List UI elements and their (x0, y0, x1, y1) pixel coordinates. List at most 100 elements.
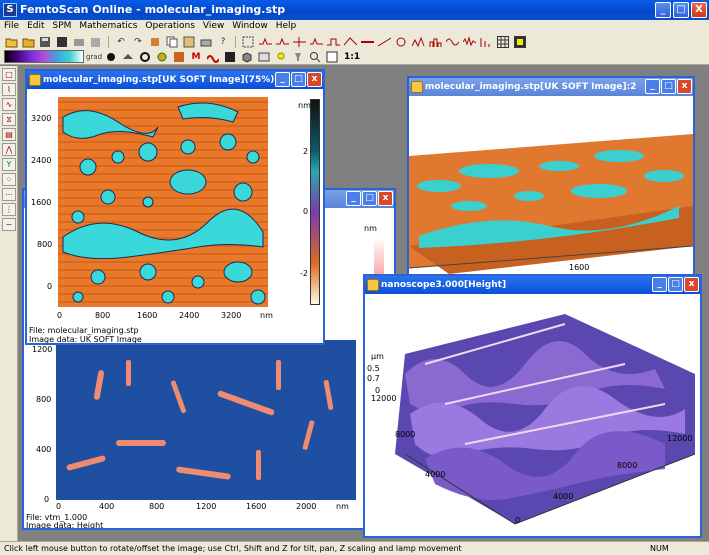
peak-tool-icon[interactable] (343, 35, 357, 48)
zoom-grid-icon[interactable] (325, 50, 339, 63)
marker-tool-icon[interactable]: ⋯ (2, 188, 16, 201)
close-button[interactable]: x (684, 277, 699, 292)
color-palette-swatch[interactable] (4, 50, 84, 63)
paste-icon[interactable] (182, 35, 196, 48)
redo-icon[interactable]: ↷ (131, 35, 145, 48)
level-tool-icon[interactable] (360, 35, 374, 48)
close-button[interactable]: x (307, 72, 322, 87)
minimize-button[interactable]: _ (645, 79, 660, 94)
help-icon[interactable]: ? (216, 35, 230, 48)
minimize-button[interactable]: _ (275, 72, 290, 87)
menu-help[interactable]: Help (272, 20, 301, 33)
menu-view[interactable]: View (199, 20, 228, 33)
menu-operations[interactable]: Operations (141, 20, 198, 33)
mdi-window-nanoscope[interactable]: nanoscope3.000[Height] _ □ x µm 0.5 0.7 0 … (363, 274, 702, 538)
photo-icon[interactable] (257, 50, 271, 63)
graph-tool-icon[interactable]: ⌇ (2, 83, 16, 96)
fft-tool-icon[interactable] (479, 35, 493, 48)
map-icon[interactable] (513, 35, 527, 48)
window-titlebar[interactable]: molecular_imaging.stp[UK SOFT Image]:2 _… (409, 78, 693, 96)
ring-icon[interactable] (138, 50, 152, 63)
filter-tool-icon[interactable] (309, 35, 323, 48)
scale-tool-icon[interactable]: ⧖ (2, 113, 16, 126)
stats-tool-icon[interactable]: ▤ (2, 128, 16, 141)
open-folder-icon[interactable] (21, 35, 35, 48)
vtm-image[interactable] (56, 340, 356, 500)
undo-icon[interactable]: ↶ (114, 35, 128, 48)
minimize-button[interactable]: _ (652, 277, 667, 292)
y-tick: 8000 (395, 430, 416, 439)
fit-tool-icon[interactable]: ⋀ (2, 143, 16, 156)
dots-tool-icon[interactable]: ⁘ (2, 173, 16, 186)
left-toolbar: □ ⌇ ∿ ⧖ ▤ ⋀ Y ⁘ ⋯ ⋮ ∽ (0, 66, 18, 541)
grain-tool-icon[interactable] (394, 35, 408, 48)
copy-icon[interactable] (165, 35, 179, 48)
save-all-icon[interactable] (55, 35, 69, 48)
print-setup-icon[interactable] (72, 35, 86, 48)
zoom-in-icon[interactable] (308, 50, 322, 63)
profile-tool-icon[interactable] (258, 35, 272, 48)
pattern-icon[interactable] (172, 50, 186, 63)
y-axis-tool-icon[interactable]: Y (2, 158, 16, 171)
x-tick: 0 (56, 502, 62, 511)
close-button[interactable]: x (677, 79, 692, 94)
menu-window[interactable]: Window (228, 20, 272, 33)
m-tool-icon[interactable]: M (189, 50, 203, 63)
maximize-button[interactable]: □ (661, 79, 676, 94)
cross-section-icon[interactable] (292, 35, 306, 48)
step-tool-icon[interactable] (326, 35, 340, 48)
dot-marker-icon[interactable] (104, 50, 118, 63)
mdi-window-molecular-2d[interactable]: molecular_imaging.stp[UK SOFT Image](75%… (25, 69, 325, 345)
cube-icon[interactable] (240, 50, 254, 63)
menu-mathematics[interactable]: Mathematics (75, 20, 141, 33)
section-tool-icon[interactable] (275, 35, 289, 48)
afm-image-2d[interactable] (58, 97, 268, 307)
image-3d-icon[interactable] (223, 50, 237, 63)
bulb-icon[interactable] (274, 50, 288, 63)
close-button[interactable]: x (378, 191, 393, 206)
window-titlebar[interactable]: molecular_imaging.stp[UK SOFT Image](75%… (27, 71, 323, 89)
histogram-icon[interactable] (428, 35, 442, 48)
x-tick: 2000 (296, 502, 317, 511)
slope-tool-icon[interactable] (377, 35, 391, 48)
wave-red-icon[interactable] (206, 50, 220, 63)
copy-image-icon[interactable] (89, 35, 103, 48)
new-file-icon[interactable] (4, 35, 18, 48)
colored-ring-icon[interactable] (155, 50, 169, 63)
pointer-tool-icon[interactable]: □ (2, 68, 16, 81)
menu-spm[interactable]: SPM (49, 20, 76, 33)
menu-file[interactable]: File (0, 20, 23, 33)
y-tick: 12000 (371, 394, 397, 403)
maximize-button[interactable]: □ (673, 2, 689, 18)
mdi-window-3d-molecular[interactable]: molecular_imaging.stp[UK SOFT Image]:2 _… (407, 76, 695, 276)
spectrum-icon[interactable] (411, 35, 425, 48)
close-button[interactable]: X (691, 2, 707, 18)
cut-icon[interactable] (148, 35, 162, 48)
window-titlebar[interactable]: nanoscope3.000[Height] _ □ x (365, 276, 700, 294)
zoom-level[interactable]: 1:1 (342, 52, 362, 62)
grad-icon[interactable]: grad (86, 50, 102, 63)
menu-edit[interactable]: Edit (23, 20, 48, 33)
colorbar-unit: nm (364, 224, 377, 233)
minimize-button[interactable]: _ (655, 2, 671, 18)
profile-view-icon[interactable]: ∿ (2, 98, 16, 111)
print-icon[interactable] (199, 35, 213, 48)
surface-3d-view[interactable]: 1600 (409, 96, 693, 274)
y-tick: 0 (44, 495, 50, 504)
surface-3d-plot[interactable] (365, 294, 700, 534)
wave-tool-icon[interactable] (445, 35, 459, 48)
maximize-button[interactable]: □ (362, 191, 377, 206)
maximize-button[interactable]: □ (668, 277, 683, 292)
minimize-button[interactable]: _ (346, 191, 361, 206)
select-region-icon[interactable] (241, 35, 255, 48)
z-tick: 0.7 (367, 374, 380, 383)
lamp-icon[interactable] (291, 50, 305, 63)
curve-tool-icon[interactable]: ∽ (2, 218, 16, 231)
grid-icon[interactable] (496, 35, 510, 48)
tilt-icon[interactable] (121, 50, 135, 63)
noise-tool-icon[interactable] (462, 35, 476, 48)
maximize-button[interactable]: □ (291, 72, 306, 87)
dash-tool-icon[interactable]: ⋮ (2, 203, 16, 216)
save-icon[interactable] (38, 35, 52, 48)
colorbar (374, 238, 384, 278)
